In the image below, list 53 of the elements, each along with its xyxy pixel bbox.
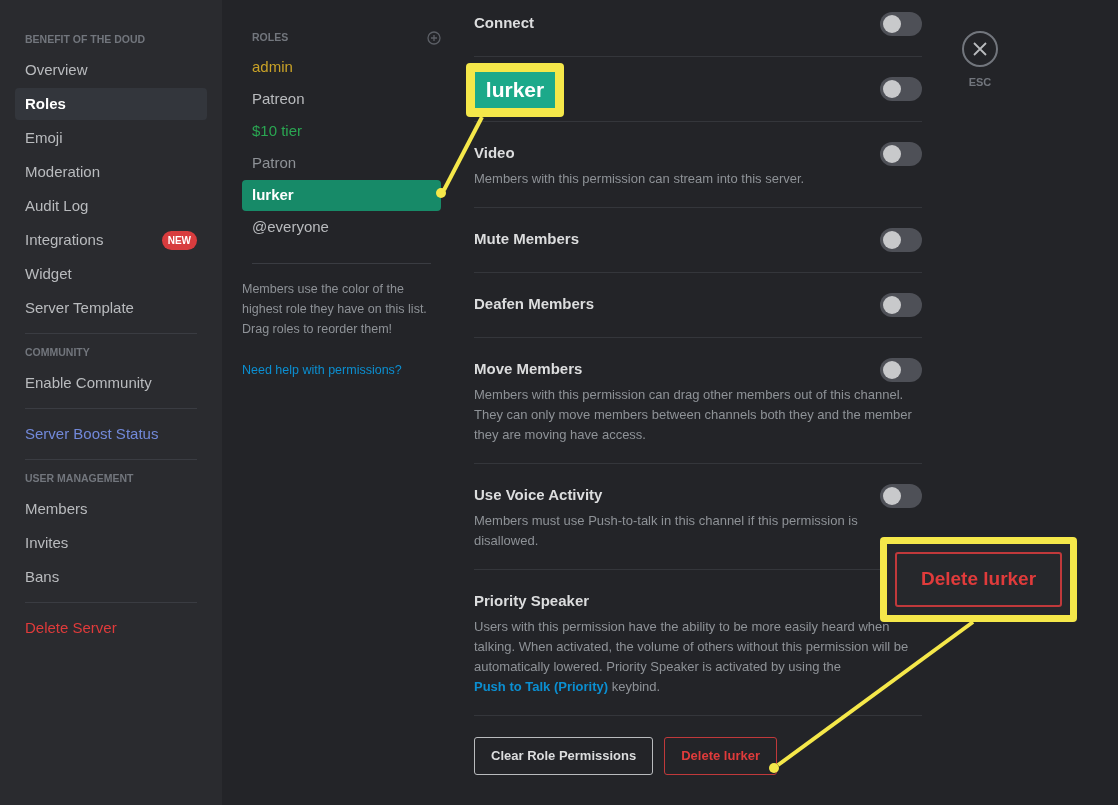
role-item[interactable]: Patreon — [242, 84, 441, 115]
role-item[interactable]: admin — [242, 52, 441, 83]
sidebar-item[interactable]: Widget — [15, 258, 207, 290]
section-header: BENEFIT OF THE DOUD — [24, 32, 147, 48]
role-item[interactable]: @everyone — [242, 212, 441, 243]
toggle-switch[interactable] — [880, 357, 922, 382]
sidebar-item[interactable]: Server Boost Status — [15, 418, 207, 450]
permission-title: Priority Speaker — [474, 591, 590, 612]
sidebar-item[interactable]: Overview — [15, 54, 207, 86]
roles-header: ROLES — [252, 30, 289, 46]
delete-role-button[interactable]: Delete lurker — [664, 737, 777, 775]
esc-label: ESC — [968, 75, 992, 90]
role-item[interactable]: lurker — [242, 180, 441, 211]
permission-title: Connect — [474, 13, 534, 34]
section-header: COMMUNITY — [24, 345, 91, 361]
role-label: lurker — [475, 72, 555, 108]
sidebar-item[interactable]: Integrations NEW — [15, 224, 207, 256]
close-button[interactable] — [962, 31, 998, 67]
toggle-switch[interactable] — [880, 483, 922, 508]
sidebar-item[interactable]: Audit Log — [15, 190, 207, 222]
sidebar-item[interactable]: Emoji — [15, 122, 207, 154]
section-header: USER MANAGEMENT — [24, 471, 135, 487]
permission-title: Video — [474, 143, 515, 164]
item-label: Integrations — [25, 229, 104, 250]
permission-description: Members with this permission can stream into this server. — [474, 170, 806, 188]
sidebar-item[interactable]: Enable Community — [15, 367, 207, 399]
toggle-switch[interactable] — [880, 76, 922, 101]
clear-permissions-button[interactable]: Clear Role Permissions — [474, 737, 654, 775]
toggle-switch[interactable] — [880, 227, 922, 252]
permission-title: Deafen Members — [474, 294, 595, 315]
help-link[interactable]: Need help with permissions? — [242, 361, 402, 380]
role-item[interactable]: $10 tier — [242, 116, 441, 147]
sidebar-item[interactable]: Moderation — [15, 156, 207, 188]
toggle-switch[interactable] — [880, 141, 922, 166]
permission-description: Members must use Push-to-talk in this channel if this permission is disallowed. — [474, 512, 859, 550]
permission-description: Members with this permission can drag other members out of this channel. They can only move members between channels both they and the member they are moving have access. — [474, 386, 913, 444]
new-badge: NEW — [161, 230, 197, 250]
permission-title: Use Voice Activity — [474, 485, 603, 506]
sidebar-item[interactable]: Bans — [15, 561, 207, 593]
permission-title: Move Members — [474, 359, 583, 380]
sidebar-item[interactable]: Roles — [15, 88, 207, 120]
sidebar-item[interactable]: Invites — [15, 527, 207, 559]
push-to-talk-link[interactable]: Push to Talk (Priority) — [474, 679, 609, 694]
sidebar-item[interactable]: Server Template — [15, 292, 207, 324]
toggle-switch[interactable] — [880, 292, 922, 317]
role-item[interactable]: Patron — [242, 148, 441, 179]
permission-description: Users with this permission have the ability to be more easily heard when talking. When activated, the volume of others without this permission will be automatically lowered. Priority Speaker is activated by using the Push to Talk (Priority) keybind. — [474, 618, 910, 696]
toggle-switch[interactable] — [880, 11, 922, 36]
close-icon — [973, 42, 987, 56]
permission-title: Mute Members — [474, 229, 580, 250]
add-role-icon[interactable] — [427, 31, 441, 45]
sidebar-item[interactable]: Members — [15, 493, 207, 525]
roles-hint: Members use the color of the highest role they have on this list. Drag roles to reorder them! — [242, 281, 428, 338]
